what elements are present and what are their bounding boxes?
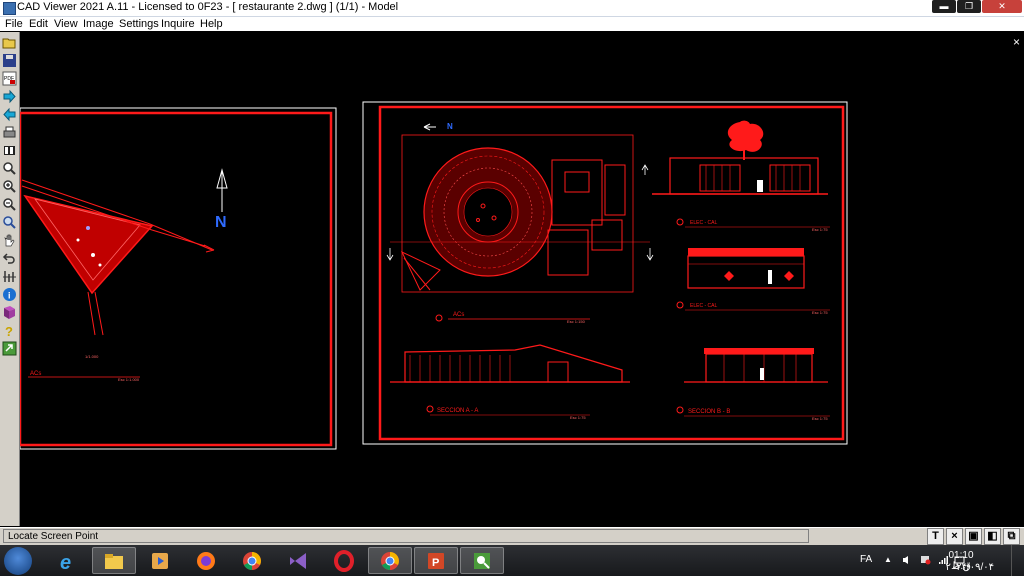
book-icon[interactable]	[2, 305, 17, 320]
elevation-1-label: ELEC - CAL	[690, 220, 717, 226]
forward-icon[interactable]	[2, 89, 17, 104]
status-bar: Locate Screen Point T × ▣ ◧ ⧉	[0, 527, 1024, 545]
start-button[interactable]	[4, 547, 32, 575]
clear-tool-button[interactable]: ×	[946, 528, 963, 545]
info-icon[interactable]: i	[2, 287, 17, 302]
site-plan-sheet: N 1/1.000 ACs Esc 1:1.000	[18, 107, 337, 450]
clock-date[interactable]: ۲۰۲۴/۰۹/۰۴	[945, 562, 994, 573]
svg-text:i: i	[8, 291, 11, 301]
elevation-2-scale: Esc 1:75	[812, 310, 828, 315]
opera-icon[interactable]	[322, 547, 366, 574]
pan-icon[interactable]	[2, 233, 17, 248]
zoom-out-icon[interactable]	[2, 197, 17, 212]
powerpoint-icon[interactable]: P	[414, 547, 458, 574]
frame-tool-button[interactable]: ▣	[965, 528, 982, 545]
help-icon[interactable]: ?	[2, 323, 17, 338]
window-tool-button[interactable]: ⧉	[1003, 528, 1020, 545]
minimize-button[interactable]: ▬	[932, 0, 956, 13]
volume-icon[interactable]	[902, 555, 913, 565]
ie-icon[interactable]: e	[46, 547, 90, 574]
zoom-icon[interactable]	[2, 161, 17, 176]
cad-viewer-icon[interactable]	[460, 547, 504, 574]
plan-scale-note: Esc 1:150	[567, 319, 586, 324]
svg-text:e: e	[60, 552, 71, 572]
app-icon	[3, 2, 16, 15]
zoom-in-icon[interactable]	[2, 179, 17, 194]
drawing-svg: N 1/1.000 ACs Esc 1:1.000 N ACs Esc 1:15…	[18, 101, 848, 450]
plan-section-label: ACs	[453, 312, 464, 318]
chrome-icon[interactable]	[230, 547, 274, 574]
status-tools: T × ▣ ◧ ⧉	[925, 528, 1020, 545]
section-b-label: SECCION B - B	[688, 409, 730, 415]
zoom-extents-icon[interactable]	[2, 215, 17, 230]
svg-text:P: P	[432, 557, 439, 569]
text-tool-button[interactable]: T	[927, 528, 944, 545]
drawing-canvas[interactable]: N 1/1.000 ACs Esc 1:1.000 N ACs Esc 1:15…	[18, 32, 1024, 526]
left-scale-note: Esc 1:1.000	[118, 377, 140, 382]
measure-icon[interactable]	[2, 269, 17, 284]
tray-expand-icon[interactable]: ▲	[884, 555, 892, 564]
canvas-close-button[interactable]: ×	[1013, 36, 1020, 48]
firefox-icon[interactable]	[184, 547, 228, 574]
elevation-2-label: ELEC - CAL	[690, 303, 717, 309]
left-toolbar: PDF i ?	[0, 32, 20, 526]
back-icon[interactable]	[2, 107, 17, 122]
menu-help[interactable]: Help	[200, 17, 223, 31]
menu-image[interactable]: Image	[83, 17, 114, 31]
split-tool-button[interactable]: ◧	[984, 528, 1001, 545]
left-section-label: ACs	[30, 371, 41, 377]
undo-icon[interactable]	[2, 251, 17, 266]
export-icon[interactable]	[2, 341, 17, 356]
close-button[interactable]: ✕	[982, 0, 1022, 13]
file-explorer-icon[interactable]	[92, 547, 136, 574]
window-title: CAD Viewer 2021 A.11 - Licensed to 0F23 …	[17, 1, 399, 13]
menu-edit[interactable]: Edit	[29, 17, 48, 31]
title-bar: CAD Viewer 2021 A.11 - Licensed to 0F23 …	[0, 0, 1024, 17]
menu-view[interactable]: View	[54, 17, 78, 31]
save-icon[interactable]	[2, 53, 17, 68]
language-indicator[interactable]: FA	[860, 554, 872, 565]
visual-studio-icon[interactable]	[276, 547, 320, 574]
svg-text:?: ?	[5, 324, 13, 338]
show-desktop-button[interactable]	[1011, 545, 1024, 576]
menu-settings[interactable]: Settings	[119, 17, 159, 31]
section-a-scale: Esc 1:75	[570, 415, 586, 420]
menu-bar: File Edit View Image Settings Inquire He…	[0, 17, 1024, 31]
menu-file[interactable]: File	[5, 17, 23, 31]
north-label: N	[215, 214, 227, 231]
media-player-icon[interactable]	[138, 547, 182, 574]
menu-inquire[interactable]: Inquire	[161, 17, 195, 31]
open-icon[interactable]	[2, 35, 17, 50]
section-b-scale: Esc 1:75	[812, 416, 828, 421]
restaurant-sheet: N ACs Esc 1:150 ELEC - CAL Esc 1:75 ELEC…	[362, 101, 848, 445]
window-controls: ▬ ❐ ✕	[931, 0, 1022, 14]
taskbar: e P FA ▲ 01:10 ق.ظ ۲۰۲۴/۰۹/۰۴	[0, 545, 1024, 576]
section-a-label: SECCION A - A	[437, 408, 478, 414]
maximize-button[interactable]: ❐	[957, 0, 981, 13]
action-center-icon[interactable]	[920, 555, 931, 565]
left-scale-label: 1/1.000	[85, 354, 99, 359]
pdf-icon[interactable]: PDF	[2, 71, 17, 86]
elevation-1-scale: Esc 1:75	[812, 227, 828, 232]
print-icon[interactable]	[2, 125, 17, 140]
chrome-profile-icon[interactable]	[368, 547, 412, 574]
layers-icon[interactable]	[2, 143, 17, 158]
plan-north-label: N	[447, 122, 453, 131]
status-text: Locate Screen Point	[3, 529, 809, 543]
